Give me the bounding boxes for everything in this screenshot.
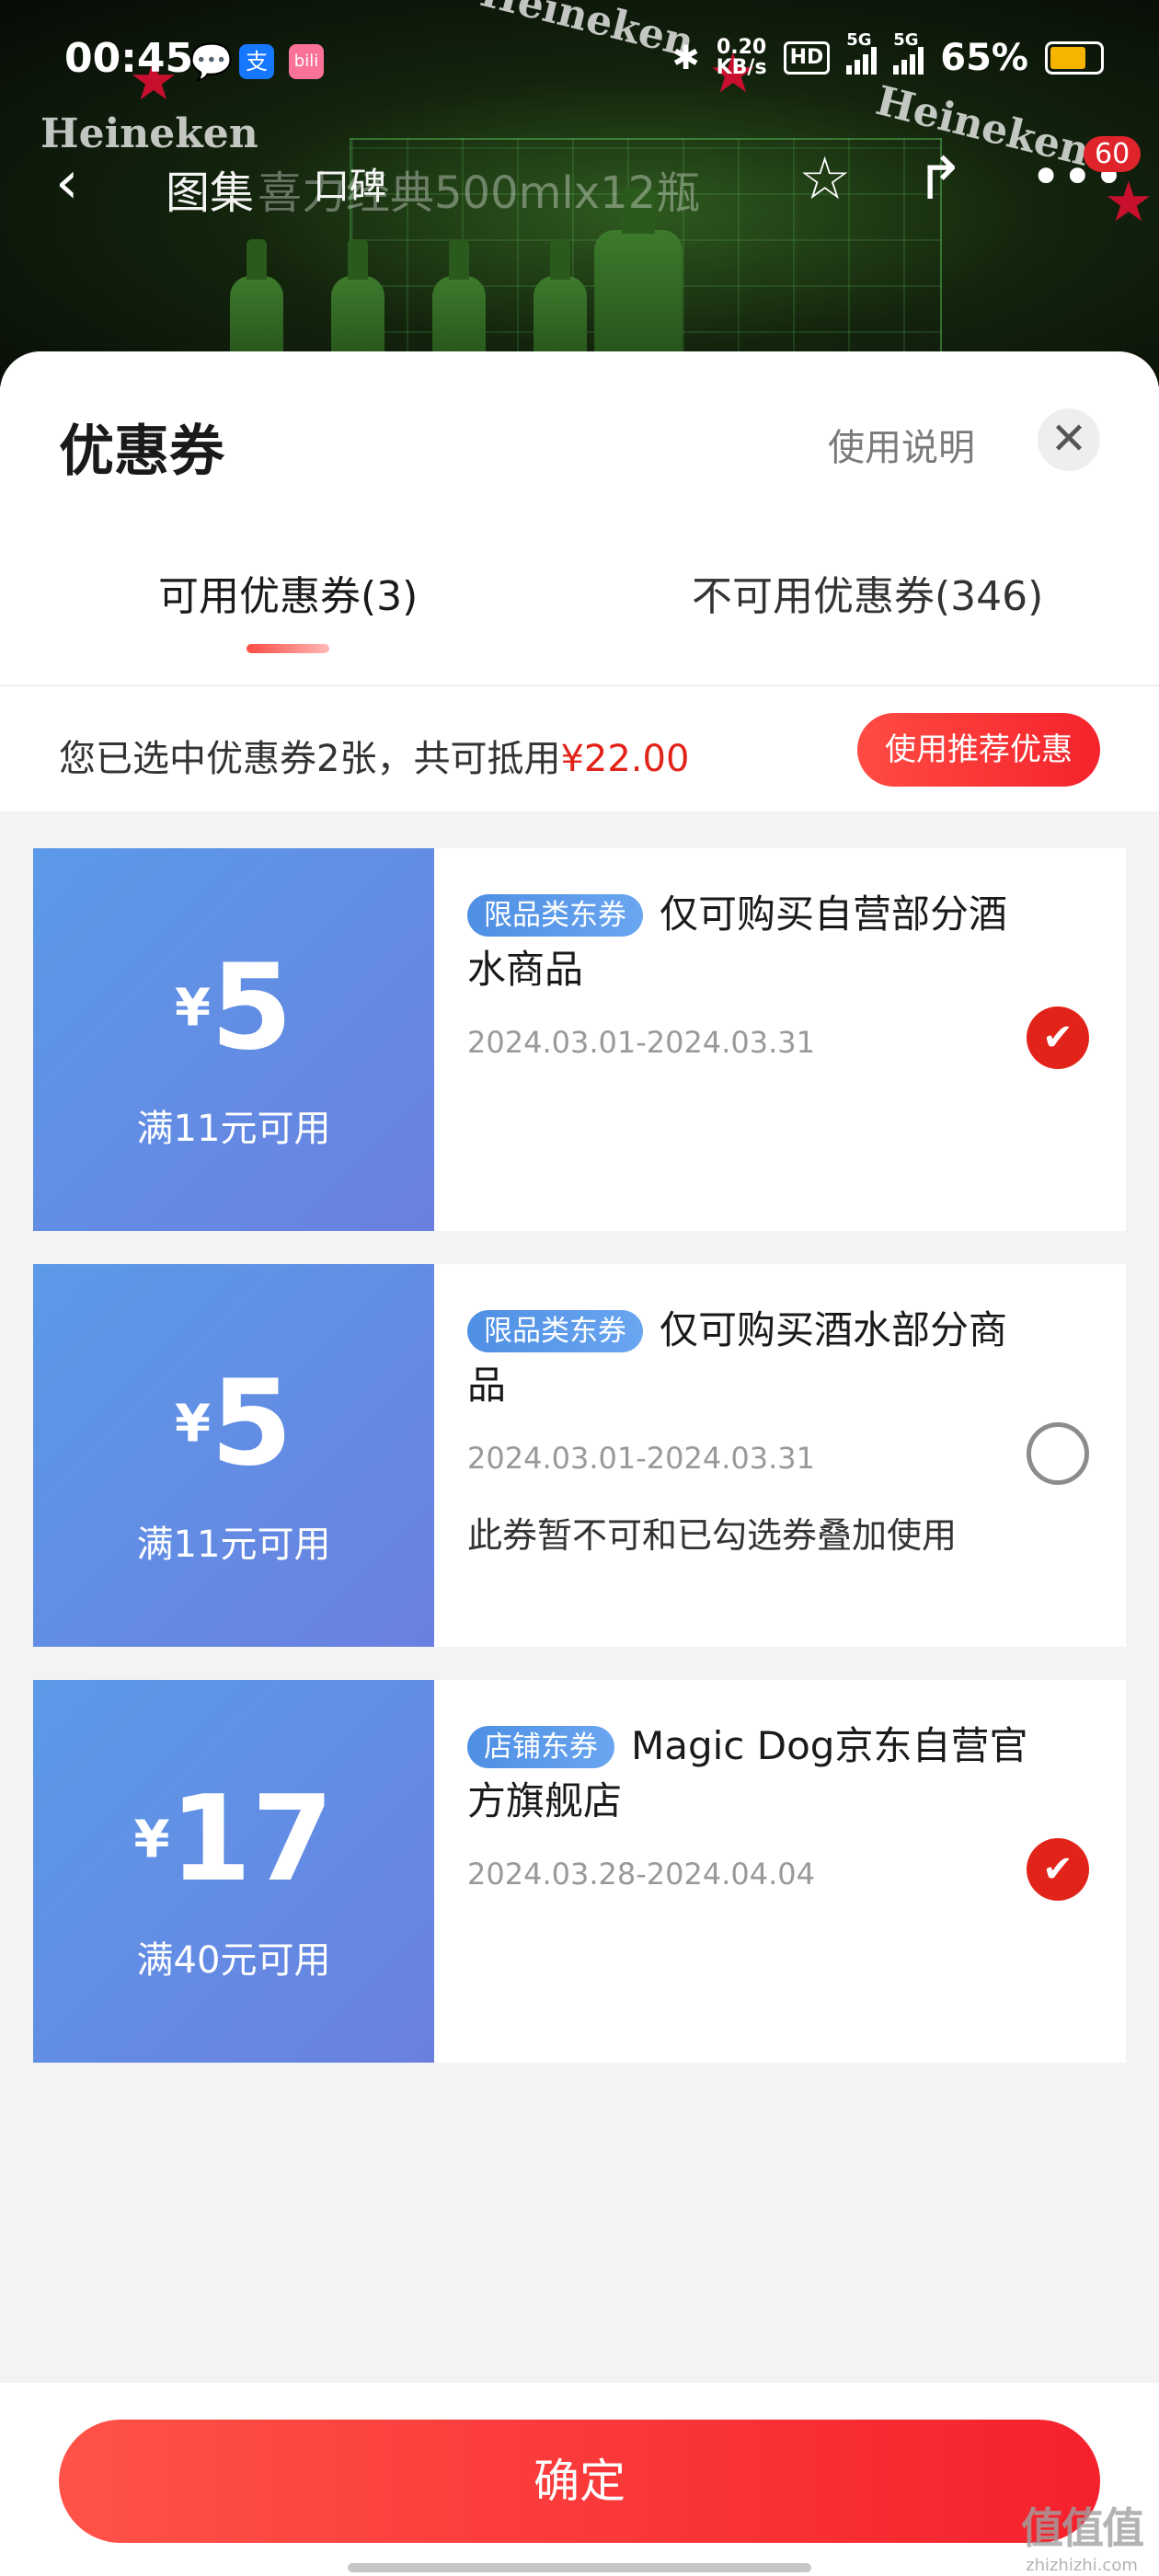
alipay-icon: 支 — [239, 44, 274, 79]
back-arrow-icon[interactable]: ‹ — [55, 149, 79, 217]
coupon-details: 限品类东券 仅可购买酒水部分商品 2024.03.01-2024.03.31 此券… — [467, 1303, 1038, 1558]
coupon-description: 店铺东券 Magic Dog京东自营官方旗舰店 — [467, 1719, 1038, 1829]
coupon-description: 限品类东券 仅可购买酒水部分商品 — [467, 1303, 1038, 1413]
battery-icon — [1045, 41, 1104, 75]
coupon-description: 限品类东券 仅可购买自营部分酒水商品 — [467, 887, 1038, 997]
coupon-threshold: 满11元可用 — [136, 1108, 331, 1150]
status-right-group: ✱ 0.20 KB/s HD 5G 5G 65% — [671, 30, 1104, 79]
close-button[interactable]: ✕ — [1038, 408, 1100, 471]
net-speed-unit: KB/s — [716, 56, 767, 79]
status-bar: 00:45 💬 支 bili ✱ 0.20 KB/s HD 5G 5G 65% — [0, 0, 1159, 120]
divider — [0, 684, 1159, 686]
sheet-title: 优惠券 — [59, 420, 224, 484]
coupon-card[interactable]: ¥17 满40元可用 店铺东券 Magic Dog京东自营官方旗舰店 2024.0… — [28, 1680, 1126, 2063]
coupon-details: 店铺东券 Magic Dog京东自营官方旗舰店 2024.03.28-2024.0… — [467, 1719, 1038, 1892]
checkmark-icon: ✔ — [1042, 1017, 1073, 1059]
bilibili-icon: bili — [289, 44, 324, 79]
selection-summary: 您已选中优惠券2张，共可抵用¥22.00 — [59, 729, 689, 782]
network-speed: 0.20 KB/s — [717, 38, 767, 78]
currency-symbol: ¥ — [174, 978, 211, 1039]
confirm-button[interactable]: 确定 — [59, 2420, 1100, 2543]
coupon-type-badge: 店铺东券 — [467, 1726, 614, 1768]
sim2-network-type: 5G — [893, 30, 919, 50]
sim1-network-type: 5G — [846, 30, 872, 50]
coupon-validity-dates: 2024.03.01-2024.03.31 — [467, 1025, 815, 1060]
coupon-value-panel: ¥17 满40元可用 — [28, 1680, 434, 2063]
tab-gallery[interactable]: 图集 — [166, 167, 254, 219]
coupon-value-panel: ¥5 满11元可用 — [28, 1264, 434, 1647]
currency-symbol: ¥ — [174, 1394, 211, 1455]
site-watermark: 值值值 zhizhizhi.com — [1021, 2495, 1144, 2575]
tab-available-coupons[interactable]: 可用优惠券(3) — [158, 563, 418, 622]
product-nav-bar: ‹ 图集 喜力经典500mlx12瓶 口碑 ☆ ↱ ••• 60 — [0, 129, 1159, 230]
signal-icon: 5G — [893, 30, 924, 75]
coupon-sheet: 优惠券 使用说明 ✕ 可用优惠券(3) 不可用优惠券(346) 您已选中优惠券2… — [0, 351, 1159, 2576]
coupon-value-panel: ¥5 满11元可用 — [28, 848, 434, 1231]
message-icon: 💬 — [189, 41, 234, 82]
coupon-amount: ¥5 — [33, 1365, 434, 1483]
watermark-url: zhizhizhi.com — [1026, 2556, 1138, 2575]
tab-unavailable-coupons[interactable]: 不可用优惠券(346) — [692, 563, 1043, 622]
summary-text: 您已选中优惠券2张，共可抵用 — [59, 738, 561, 780]
coupon-validity-dates: 2024.03.28-2024.04.04 — [467, 1857, 815, 1892]
signal-icon: 5G — [846, 30, 878, 75]
close-icon: ✕ — [1050, 413, 1088, 465]
coupon-amount-value: 17 — [169, 1771, 334, 1908]
status-time: 00:45 — [64, 35, 194, 82]
active-tab-indicator — [247, 644, 329, 653]
coupon-type-badge: 限品类东券 — [467, 1310, 643, 1352]
battery-fill — [1050, 47, 1085, 69]
unchecked-circle-icon: ✔ — [1042, 1437, 1073, 1479]
sheet-header: 优惠券 使用说明 ✕ 可用优惠券(3) 不可用优惠券(346) 您已选中优惠券2… — [0, 351, 1159, 811]
usage-instructions-link[interactable]: 使用说明 — [828, 418, 975, 471]
checkmark-icon: ✔ — [1042, 1848, 1073, 1891]
tab-reviews[interactable]: 口碑 — [313, 156, 386, 210]
coupon-checkbox[interactable]: ✔ — [1027, 1422, 1089, 1485]
cart-count-badge: 60 — [1084, 136, 1142, 172]
coupon-amount-value: 5 — [210, 939, 293, 1076]
coupon-validity-dates: 2024.03.01-2024.03.31 — [467, 1441, 815, 1476]
watermark-logo: 值值值 — [1021, 2503, 1144, 2553]
coupon-amount: ¥5 — [33, 949, 434, 1067]
bluetooth-icon: ✱ — [671, 39, 700, 77]
coupon-amount-value: 5 — [210, 1355, 293, 1492]
favorite-star-icon[interactable]: ☆ — [798, 145, 851, 213]
coupon-checkbox[interactable]: ✔ — [1027, 1006, 1089, 1069]
coupon-list: ¥5 满11元可用 限品类东券 仅可购买自营部分酒水商品 2024.03.01-2… — [28, 848, 1126, 2096]
coupon-checkbox[interactable]: ✔ — [1027, 1838, 1089, 1901]
use-recommended-button[interactable]: 使用推荐优惠 — [857, 713, 1100, 787]
battery-percent: 65% — [940, 37, 1028, 79]
share-arrow-icon[interactable]: ↱ — [915, 145, 965, 213]
coupon-amount: ¥17 — [33, 1781, 434, 1899]
product-nav-tabs: 图集 喜力经典500mlx12瓶 口碑 — [166, 156, 700, 221]
coupon-threshold: 满40元可用 — [136, 1939, 331, 1982]
coupon-threshold: 满11元可用 — [136, 1524, 331, 1566]
coupon-details: 限品类东券 仅可购买自营部分酒水商品 2024.03.01-2024.03.31 — [467, 887, 1038, 1060]
coupon-type-badge: 限品类东券 — [467, 894, 643, 937]
coupon-card[interactable]: ¥5 满11元可用 限品类东券 仅可购买自营部分酒水商品 2024.03.01-2… — [28, 848, 1126, 1231]
sheet-footer: 确定 — [0, 2383, 1159, 2576]
net-speed-value: 0.20 — [716, 36, 767, 59]
coupon-card[interactable]: ¥5 满11元可用 限品类东券 仅可购买酒水部分商品 2024.03.01-202… — [28, 1264, 1126, 1647]
coupon-tabs: 可用优惠券(3) 不可用优惠券(346) — [0, 563, 1159, 673]
coupon-stacking-note: 此券暂不可和已勾选券叠加使用 — [467, 1515, 958, 1556]
summary-amount: ¥22.00 — [560, 738, 690, 780]
home-indicator[interactable] — [348, 2563, 811, 2572]
hd-voice-badge: HD — [783, 41, 831, 75]
currency-symbol: ¥ — [133, 1810, 170, 1870]
